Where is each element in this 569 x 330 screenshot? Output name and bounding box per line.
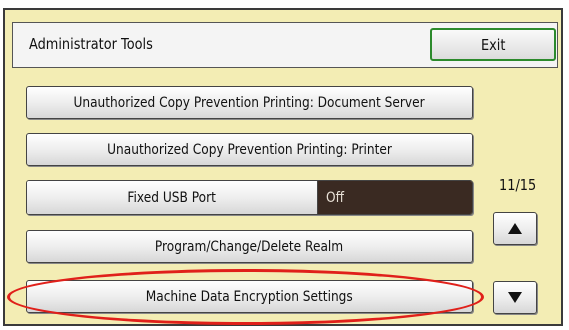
- menu-item-label: Unauthorized Copy Prevention Printing: D…: [73, 94, 426, 111]
- copier-control-panel: Administrator Tools Exit Unauthorized Co…: [0, 0, 569, 330]
- machine-data-encryption-settings-button[interactable]: Machine Data Encryption Settings: [26, 280, 473, 313]
- program-change-delete-realm-button[interactable]: Program/Change/Delete Realm: [26, 230, 473, 263]
- menu-item-label: Program/Change/Delete Realm: [155, 238, 344, 255]
- fixed-usb-port-value: Off: [318, 181, 472, 214]
- exit-button[interactable]: Exit: [430, 28, 556, 61]
- copy-prevention-document-server-button[interactable]: Unauthorized Copy Prevention Printing: D…: [26, 86, 473, 119]
- previous-page-button[interactable]: [493, 212, 537, 245]
- menu-item-label: Unauthorized Copy Prevention Printing: P…: [107, 141, 392, 158]
- setting-value: Off: [326, 189, 344, 206]
- next-page-button[interactable]: [493, 281, 537, 314]
- fixed-usb-port-button[interactable]: Fixed USB Port: [27, 181, 318, 214]
- page-indicator-text: 11/15: [499, 176, 537, 194]
- menu-item-label: Fixed USB Port: [127, 189, 217, 206]
- page-indicator: 11/15: [488, 176, 548, 194]
- fixed-usb-port-setting[interactable]: Fixed USB Port Off: [26, 180, 473, 215]
- arrow-down-icon: [508, 292, 522, 303]
- page-title: Administrator Tools: [29, 35, 153, 53]
- menu-item-label: Machine Data Encryption Settings: [145, 288, 354, 305]
- copy-prevention-printer-button[interactable]: Unauthorized Copy Prevention Printing: P…: [26, 133, 473, 166]
- arrow-up-icon: [508, 223, 522, 234]
- exit-button-label: Exit: [480, 35, 506, 54]
